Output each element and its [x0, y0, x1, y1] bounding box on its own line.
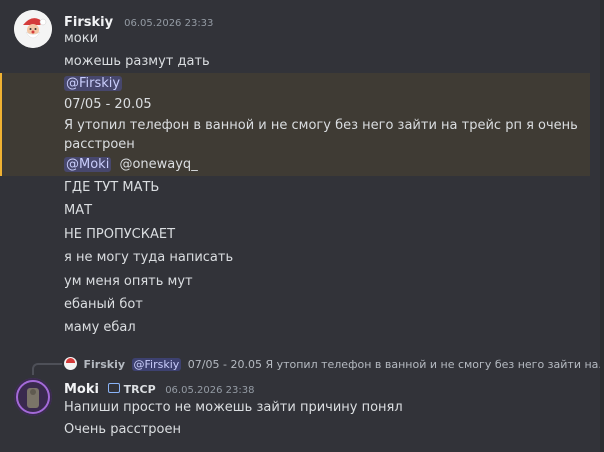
reply-preview[interactable]: Firskiy @Firskiy 07/05 - 20.05 Я утопил … — [64, 357, 604, 371]
reply-spine — [32, 363, 62, 375]
timestamp: 06.05.2026 23:38 — [165, 385, 255, 396]
message-line: НЕ ПРОПУСКАЕТ — [64, 227, 176, 242]
scrollbar[interactable] — [600, 0, 604, 452]
reply-text: 07/05 - 20.05 Я утопил телефон в ванной … — [187, 358, 604, 371]
quote-mention-line: @Firskiy — [64, 76, 123, 91]
avatar-firskiy[interactable] — [14, 10, 52, 48]
reply-author[interactable]: Firskiy — [84, 358, 126, 371]
message-header: Firskiy 06.05.2026 23:33 — [64, 11, 213, 30]
message-line: маму ебал — [64, 320, 136, 335]
user-mention[interactable]: @Firskiy — [64, 76, 123, 91]
message-line: Я утопил телефон в ванной и не смогу без… — [64, 118, 578, 133]
mentions-line: @Moki @onewayq_ — [64, 157, 198, 172]
author-name[interactable]: Moki — [64, 382, 99, 397]
user-mention[interactable]: @Moki — [64, 157, 112, 172]
message-line: МАТ — [64, 203, 93, 218]
server-tag: TRCP — [123, 383, 156, 396]
role-badge: TRCP — [108, 383, 159, 396]
message-line: Очень расстроен — [64, 422, 181, 437]
message-line: ГДЕ ТУТ МАТЬ — [64, 180, 160, 195]
reply-mention[interactable]: @Firskiy — [131, 358, 182, 371]
message-line: моки — [64, 31, 99, 46]
santa-avatar-icon — [14, 10, 52, 48]
message-line: ебаный бот — [64, 297, 143, 312]
reply-avatar-icon — [64, 357, 77, 370]
message-line: Напиши просто не можешь зайти причину по… — [64, 400, 403, 415]
message-header: Moki TRCP 06.05.2026 23:38 — [64, 378, 254, 397]
message-line: расстроен — [64, 137, 135, 152]
author-name[interactable]: Firskiy — [64, 15, 113, 30]
message-line: я не могу туда написать — [64, 250, 234, 265]
moki-avatar-icon — [14, 378, 52, 416]
timestamp: 06.05.2026 23:33 — [124, 18, 214, 29]
user-mention-text[interactable]: @onewayq_ — [119, 157, 197, 172]
message-line: ум меня опять мут — [64, 274, 193, 289]
camera-icon — [108, 383, 121, 393]
avatar-moki[interactable] — [14, 378, 52, 416]
message-line: 07/05 - 20.05 — [64, 97, 152, 112]
message-line: можешь размут дать — [64, 54, 210, 69]
